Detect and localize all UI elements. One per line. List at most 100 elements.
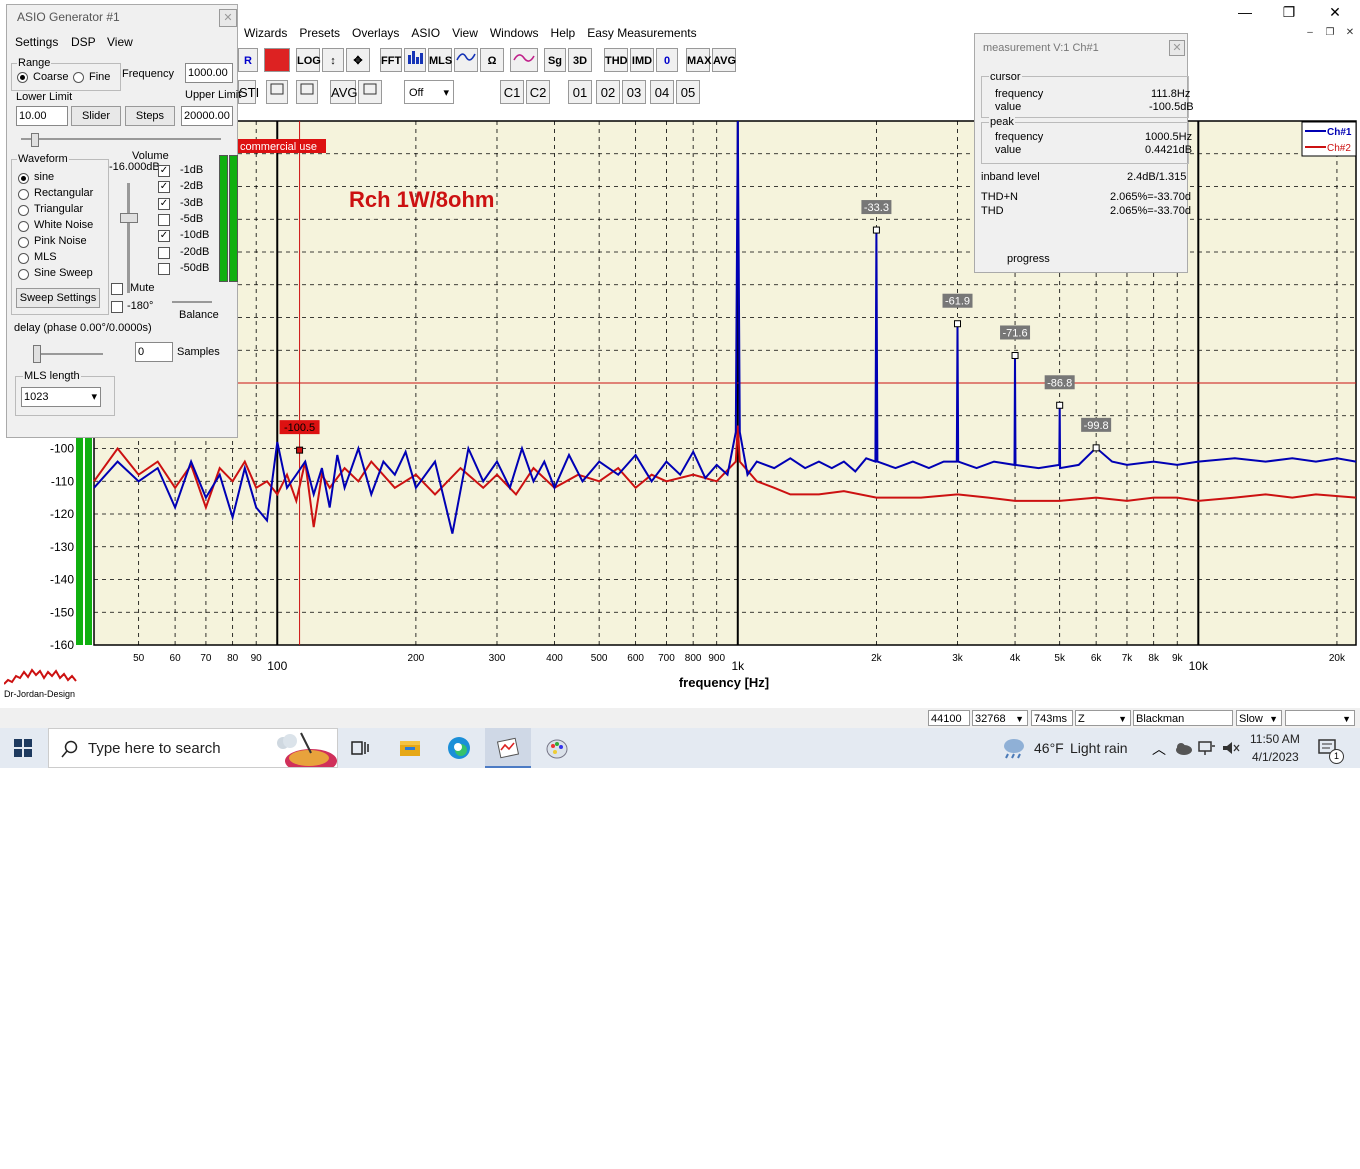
steps-button[interactable]: Steps: [125, 106, 175, 126]
speed-select[interactable]: Slow ▼: [1236, 710, 1282, 726]
menu-item-presets[interactable]: Presets: [293, 24, 346, 42]
frequency-slider-thumb[interactable]: [31, 133, 39, 147]
invert-checkbox[interactable]: [111, 301, 123, 313]
toolbar-button-sg[interactable]: Sg: [544, 48, 566, 72]
paint-app-icon[interactable]: [545, 736, 569, 760]
waveform-radio-sine[interactable]: [18, 173, 29, 184]
off-dropdown[interactable]: Off ▾: [404, 80, 454, 104]
speaker-muted-icon[interactable]: [1222, 740, 1240, 756]
weather-temperature[interactable]: 46°F: [1034, 740, 1064, 756]
mdi-minimize-icon[interactable]: –: [1302, 26, 1318, 40]
toolbar-button-3d[interactable]: 3D: [568, 48, 592, 72]
menu-item-view[interactable]: View: [446, 24, 484, 42]
lower-limit-input[interactable]: 10.00: [16, 106, 68, 126]
toolbar-button-icon-10[interactable]: [510, 48, 538, 72]
toolbar-button-thd[interactable]: THD: [604, 48, 628, 72]
toolbar-button-mls[interactable]: MLS: [428, 48, 452, 72]
toolbar2-button-icon-1[interactable]: [266, 80, 288, 104]
waveform-radio-white-noise[interactable]: [18, 221, 29, 232]
toolbar-button-fft[interactable]: FFT: [380, 48, 402, 72]
toolbar2-button-c1[interactable]: C1: [500, 80, 524, 104]
menu-item-windows[interactable]: Windows: [484, 24, 545, 42]
toolbar2-button-03[interactable]: 03: [622, 80, 646, 104]
sweep-settings-button[interactable]: Sweep Settings: [16, 288, 100, 308]
toolbar-button-imd[interactable]: IMD: [630, 48, 654, 72]
toolbar2-button-02[interactable]: 02: [596, 80, 620, 104]
maximize-button[interactable]: ❐: [1274, 2, 1304, 22]
zoom-select[interactable]: Z ▼: [1075, 710, 1131, 726]
waveform-radio-rectangular[interactable]: [18, 189, 29, 200]
gen-menu-view[interactable]: View: [107, 35, 133, 49]
toolbar2-button-01[interactable]: 01: [568, 80, 592, 104]
delay-slider-thumb[interactable]: [33, 345, 41, 363]
toolbar2-button-avg[interactable]: AVG: [330, 80, 358, 104]
slider-button[interactable]: Slider: [71, 106, 121, 126]
toolbar-button-icon-1[interactable]: [264, 48, 290, 72]
toolbar2-button-04[interactable]: 04: [650, 80, 674, 104]
waveform-radio-triangular[interactable]: [18, 205, 29, 216]
mls-length-select[interactable]: 1023 ▾: [21, 387, 101, 407]
close-button[interactable]: ✕: [1320, 2, 1350, 22]
toolbar-button-sym3[interactable]: ↕: [322, 48, 344, 72]
toolbar-button-max[interactable]: MAX: [686, 48, 711, 72]
windows-start-icon[interactable]: [14, 739, 32, 760]
attenuator-checkbox-minus-1db[interactable]: ✓: [158, 165, 170, 177]
attenuator-checkbox-minus-3db[interactable]: ✓: [158, 197, 170, 210]
toolbar-button-icon-8[interactable]: [454, 48, 478, 72]
toolbar2-button-icon-4[interactable]: [358, 80, 382, 104]
mute-checkbox[interactable]: [111, 283, 123, 295]
menu-item-wizards[interactable]: Wizards: [238, 24, 293, 42]
attenuator-checkbox-minus-5db[interactable]: [158, 213, 170, 226]
upper-limit-input[interactable]: 20000.00: [181, 106, 233, 126]
menu-item-overlays[interactable]: Overlays: [346, 24, 405, 42]
gen-menu-dsp[interactable]: DSP: [71, 35, 96, 49]
frequency-input[interactable]: 1000.00: [185, 63, 233, 83]
weather-text[interactable]: Light rain: [1070, 740, 1128, 756]
rew-app-taskbar-button[interactable]: [485, 728, 531, 768]
generator-close-button[interactable]: ✕: [219, 9, 237, 27]
volume-slider-track[interactable]: [127, 183, 130, 293]
edge-browser-icon[interactable]: [447, 736, 471, 760]
samplerate-field[interactable]: 44100: [928, 710, 970, 726]
frequency-slider-track[interactable]: [21, 138, 221, 140]
toolbar-button-0[interactable]: 0: [656, 48, 678, 72]
volume-slider-thumb[interactable]: [120, 213, 138, 223]
fine-radio[interactable]: [73, 72, 84, 83]
toolbar-button-sym9[interactable]: Ω: [480, 48, 504, 72]
taskbar-search-box[interactable]: Type here to search: [48, 728, 338, 768]
network-icon[interactable]: [1198, 740, 1216, 756]
file-explorer-icon[interactable]: [398, 736, 422, 760]
window-function-field[interactable]: Blackman: [1133, 710, 1233, 726]
toolbar-button-log[interactable]: LOG: [296, 48, 321, 72]
attenuator-checkbox-minus-10db[interactable]: ✓: [158, 230, 170, 243]
toolbar2-button-05[interactable]: 05: [676, 80, 700, 104]
minimize-button[interactable]: —: [1230, 2, 1260, 22]
task-view-icon[interactable]: [348, 736, 372, 760]
clock-date[interactable]: 4/1/2023: [1252, 750, 1299, 764]
fftsize-select[interactable]: 32768 ▼: [972, 710, 1028, 726]
mdi-restore-icon[interactable]: ❐: [1322, 26, 1338, 40]
waveform-radio-sine-sweep[interactable]: [18, 269, 29, 280]
toolbar-button-sym4[interactable]: ✥: [346, 48, 370, 72]
attenuator-checkbox-minus-50db[interactable]: [158, 262, 170, 275]
balance-slider[interactable]: [172, 301, 212, 303]
toolbar-button-avg[interactable]: AVG: [712, 48, 736, 72]
attenuator-checkbox-minus-2db[interactable]: ✓: [158, 181, 170, 194]
measurement-close-button[interactable]: ✕: [1169, 40, 1185, 56]
delay-slider[interactable]: [33, 353, 103, 355]
chevron-up-icon[interactable]: ︿: [1152, 739, 1166, 759]
toolbar-button-icon-6[interactable]: [404, 48, 426, 72]
toolbar2-button-c2[interactable]: C2: [526, 80, 550, 104]
onedrive-cloud-icon[interactable]: [1174, 741, 1192, 755]
waveform-radio-pink-noise[interactable]: [18, 237, 29, 248]
extra-select[interactable]: ▼: [1285, 710, 1355, 726]
toolbar-button-r[interactable]: R: [238, 48, 258, 72]
menu-item-help[interactable]: Help: [545, 24, 582, 42]
waveform-radio-mls[interactable]: [18, 253, 29, 264]
measurement-window[interactable]: measurement V:1 Ch#1 ✕ cursor frequency …: [974, 33, 1194, 273]
mdi-close-icon[interactable]: ✕: [1342, 26, 1358, 40]
toolbar2-button-icon-2[interactable]: [296, 80, 318, 104]
coarse-radio[interactable]: [17, 72, 28, 83]
menu-item-easy-measurements[interactable]: Easy Measurements: [581, 24, 702, 42]
generator-window[interactable]: ASIO Generator #1 ✕ Settings DSP View Ra…: [6, 4, 241, 438]
